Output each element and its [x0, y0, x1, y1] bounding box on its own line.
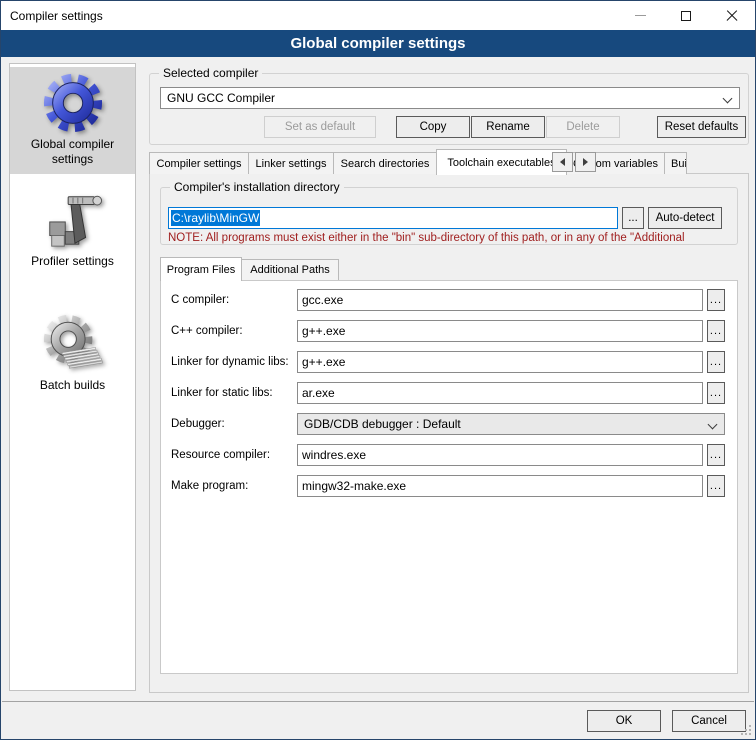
subtab-program-files[interactable]: Program Files: [160, 257, 242, 281]
arrow-left-icon: [560, 158, 565, 166]
toolchain-executables-panel: Compiler's installation directory C:\ray…: [149, 173, 749, 693]
close-icon: [726, 10, 738, 22]
footer-divider: [2, 701, 754, 702]
field-row-make-program: Make program: ...: [161, 475, 737, 497]
debugger-select[interactable]: GDB/CDB debugger : Default: [297, 413, 725, 435]
c-compiler-input[interactable]: [297, 289, 703, 311]
dialog-banner: Global compiler settings: [1, 30, 755, 57]
window-controls: [617, 1, 755, 30]
sidebar-item-label: Batch builds: [14, 378, 131, 393]
tab-build-options-clipped[interactable]: Build options: [664, 152, 687, 174]
delete-button: Delete: [546, 116, 620, 138]
tab-scroll-left-button[interactable]: [552, 152, 573, 172]
rename-button[interactable]: Rename: [471, 116, 545, 138]
group-label: Compiler's installation directory: [170, 180, 344, 194]
selected-path-text: C:\raylib\MinGW: [171, 210, 260, 226]
browse-button[interactable]: ...: [707, 444, 725, 466]
caliper-icon: [42, 189, 104, 251]
browse-button[interactable]: ...: [707, 475, 725, 497]
field-row-linker-static: Linker for static libs: ...: [161, 382, 737, 404]
cancel-button[interactable]: Cancel: [672, 710, 746, 732]
bin-subdirectory-note: NOTE: All programs must exist either in …: [168, 232, 734, 244]
resource-compiler-input[interactable]: [297, 444, 703, 466]
field-row-debugger: Debugger: GDB/CDB debugger : Default: [161, 413, 737, 435]
subtab-additional-paths[interactable]: Additional Paths: [241, 259, 339, 280]
banner-title: Global compiler settings: [290, 35, 465, 52]
tab-linker-settings[interactable]: Linker settings: [248, 152, 334, 174]
debugger-select-value: GDB/CDB debugger : Default: [304, 417, 461, 431]
tab-scroll-right-button[interactable]: [575, 152, 596, 172]
auto-detect-button[interactable]: Auto-detect: [648, 207, 722, 229]
linker-dynamic-input[interactable]: [297, 351, 703, 373]
browse-button[interactable]: ...: [707, 320, 725, 342]
title-bar[interactable]: Compiler settings: [1, 1, 755, 30]
field-label: Linker for static libs:: [171, 382, 273, 404]
make-program-input[interactable]: [297, 475, 703, 497]
maximize-button[interactable]: [663, 1, 709, 30]
gray-gear-stack-icon: [42, 313, 104, 375]
sidebar-item-label: Global compiler settings: [14, 137, 131, 167]
chevron-down-icon: [723, 94, 733, 104]
settings-category-list: Global compiler settings Profiler settin…: [9, 63, 136, 691]
minimize-icon: [635, 15, 646, 16]
program-files-page: C compiler: ... C++ compiler: ... Linker…: [160, 280, 738, 674]
browse-directory-button[interactable]: ...: [622, 207, 644, 229]
field-row-cpp-compiler: C++ compiler: ...: [161, 320, 737, 342]
resize-grip[interactable]: [741, 725, 752, 736]
copy-button[interactable]: Copy: [396, 116, 470, 138]
tab-search-directories[interactable]: Search directories: [333, 152, 437, 174]
chevron-down-icon: [708, 420, 718, 430]
sidebar-item-label: Profiler settings: [14, 254, 131, 269]
program-files-subtabstrip: Program Files Additional Paths: [160, 258, 338, 280]
minimize-button[interactable]: [617, 1, 663, 30]
selected-compiler-group: Selected compiler GNU GCC Compiler Set a…: [149, 73, 749, 145]
field-label: C compiler:: [171, 289, 229, 311]
sidebar-item-profiler-settings[interactable]: Profiler settings: [10, 184, 135, 276]
field-label: C++ compiler:: [171, 320, 243, 342]
field-label: Debugger:: [171, 413, 225, 435]
set-as-default-button: Set as default: [264, 116, 376, 138]
field-row-linker-dynamic: Linker for dynamic libs: ...: [161, 351, 737, 373]
compiler-select[interactable]: GNU GCC Compiler: [160, 87, 740, 109]
sidebar-item-batch-builds[interactable]: Batch builds: [10, 308, 135, 400]
group-label: Selected compiler: [159, 66, 262, 80]
field-label: Linker for dynamic libs:: [171, 351, 289, 373]
field-row-c-compiler: C compiler: ...: [161, 289, 737, 311]
compiler-settings-dialog: Compiler settings Global compiler settin…: [0, 0, 756, 740]
blue-gear-icon: [42, 72, 104, 134]
browse-button[interactable]: ...: [707, 351, 725, 373]
compiler-select-value: GNU GCC Compiler: [167, 91, 275, 105]
installation-directory-input[interactable]: C:\raylib\MinGW: [168, 207, 618, 229]
tab-compiler-settings[interactable]: Compiler settings: [149, 152, 249, 174]
ok-button[interactable]: OK: [587, 710, 661, 732]
installation-directory-group: Compiler's installation directory C:\ray…: [160, 187, 738, 245]
sidebar-item-global-compiler-settings[interactable]: Global compiler settings: [10, 67, 135, 174]
browse-button[interactable]: ...: [707, 382, 725, 404]
arrow-right-icon: [583, 158, 588, 166]
close-button[interactable]: [709, 1, 755, 30]
settings-tabstrip: Compiler settings Linker settings Search…: [149, 151, 686, 174]
reset-defaults-button[interactable]: Reset defaults: [657, 116, 746, 138]
field-label: Make program:: [171, 475, 248, 497]
tab-toolchain-executables[interactable]: Toolchain executables: [436, 149, 567, 175]
linker-static-input[interactable]: [297, 382, 703, 404]
field-row-resource-compiler: Resource compiler: ...: [161, 444, 737, 466]
cpp-compiler-input[interactable]: [297, 320, 703, 342]
field-label: Resource compiler:: [171, 444, 270, 466]
maximize-icon: [681, 11, 691, 21]
window-title: Compiler settings: [1, 9, 103, 23]
browse-button[interactable]: ...: [707, 289, 725, 311]
